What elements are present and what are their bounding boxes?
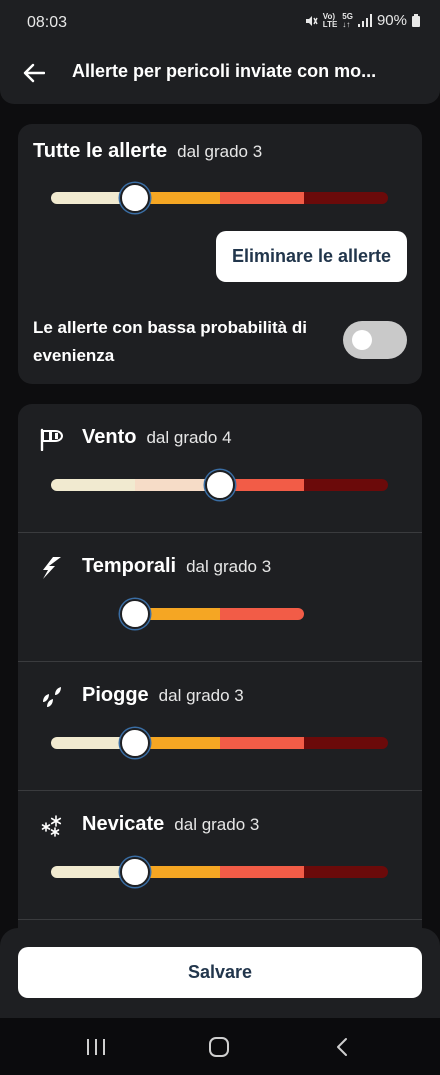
all-alerts-slider[interactable]: [51, 183, 388, 213]
volte-icon: Vo) LTE: [322, 11, 338, 29]
category-header: Vento dal grado 4: [82, 426, 232, 449]
nevicate-slider[interactable]: [51, 857, 388, 887]
slider-thumb[interactable]: [120, 599, 150, 629]
rain-icon: [39, 684, 65, 710]
slider-thumb[interactable]: [205, 470, 235, 500]
delete-alerts-button[interactable]: Eliminare le allerte: [216, 231, 407, 282]
toggle-knob: [352, 330, 372, 350]
level-3-segment: [220, 608, 304, 620]
level-4-segment: [304, 192, 388, 204]
category-grade: dal grado 3: [186, 557, 272, 576]
category-header: Piogge dal grado 3: [82, 684, 244, 707]
arrow-left-icon: [23, 63, 45, 83]
5g-icon: 5G ↓↑: [342, 11, 353, 29]
mute-icon: [304, 14, 318, 28]
category-label: Nevicate: [82, 813, 165, 835]
level-4-segment: [304, 479, 388, 491]
level-4-segment: [304, 866, 388, 878]
bottom-bar: Salvare: [0, 928, 440, 1018]
level-4-segment: [304, 737, 388, 749]
status-icons: Vo) LTE 5G ↓↑ 90%: [304, 12, 420, 29]
category-temporali: Temporali dal grado 3: [18, 533, 422, 662]
categories-card: Vento dal grado 4 Temporali dal grado 3: [18, 404, 422, 944]
all-alerts-label: Tutte le allerte: [33, 140, 168, 162]
all-alerts-header: Tutte le allerte dal grado 3: [33, 140, 262, 163]
level-1-segment: [51, 479, 135, 491]
save-button[interactable]: Salvare: [18, 947, 422, 998]
back-button[interactable]: [18, 57, 50, 89]
system-nav-bar: [0, 1018, 440, 1075]
piogge-slider[interactable]: [51, 728, 388, 758]
category-label: Piogge: [82, 684, 149, 706]
battery-icon: [412, 14, 420, 27]
status-time: 08:03: [27, 14, 68, 31]
category-header: Temporali dal grado 3: [82, 555, 271, 578]
category-grade: dal grado 3: [174, 815, 260, 834]
category-header: Nevicate dal grado 3: [82, 813, 259, 836]
app-bar: Allerte per pericoli inviate con mo...: [0, 44, 440, 104]
slider-thumb[interactable]: [120, 183, 150, 213]
slider-thumb[interactable]: [120, 728, 150, 758]
category-nevicate: Nevicate dal grado 3: [18, 791, 422, 920]
windsock-icon: [39, 426, 65, 452]
level-3-segment: [220, 737, 304, 749]
signal-icon: [357, 14, 372, 27]
slider-thumb[interactable]: [120, 857, 150, 887]
category-label: Vento: [82, 426, 137, 448]
battery-percent: 90%: [376, 12, 407, 29]
all-alerts-grade: dal grado 3: [177, 142, 263, 161]
home-icon[interactable]: [199, 1032, 239, 1062]
all-alerts-card: Tutte le allerte dal grado 3 Eliminare l…: [18, 124, 422, 384]
vento-slider[interactable]: [51, 470, 388, 500]
category-grade: dal grado 3: [158, 686, 244, 705]
low-probability-label: Le allerte con bassa probabilità di even…: [33, 318, 307, 365]
category-grade: dal grado 4: [146, 428, 232, 447]
status-bar: 08:03 Vo) LTE 5G ↓↑ 90%: [0, 0, 440, 44]
recents-icon[interactable]: [76, 1032, 116, 1062]
level-3-segment: [220, 192, 304, 204]
back-icon[interactable]: [322, 1032, 362, 1062]
low-probability-toggle[interactable]: [343, 321, 407, 359]
page-title: Allerte per pericoli inviate con mo...: [72, 61, 377, 81]
snowflake-icon: [39, 813, 65, 839]
category-piogge: Piogge dal grado 3: [18, 662, 422, 791]
temporali-slider[interactable]: [120, 599, 304, 629]
category-label: Temporali: [82, 555, 177, 577]
level-3-segment: [220, 866, 304, 878]
lightning-icon: [39, 555, 65, 581]
category-vento: Vento dal grado 4: [18, 404, 422, 533]
